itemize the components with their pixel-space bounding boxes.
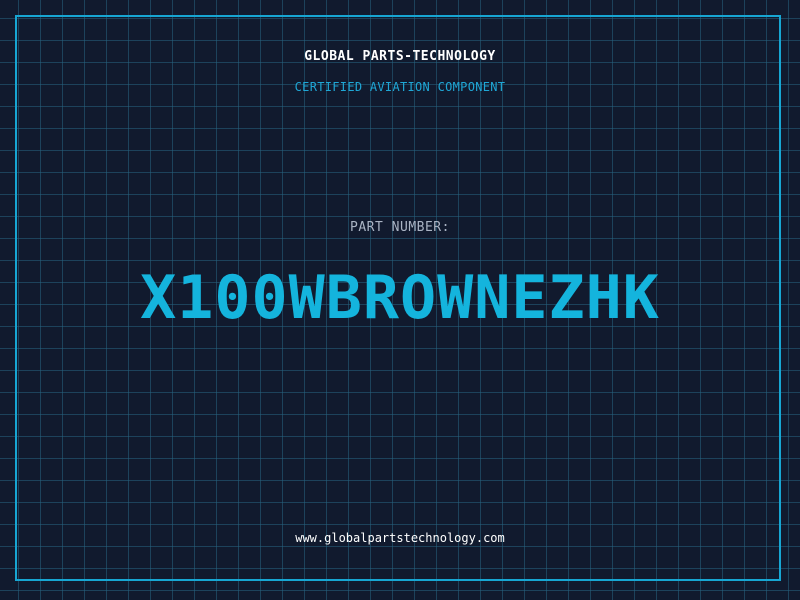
website-url: www.globalpartstechnology.com bbox=[295, 531, 505, 545]
company-name: GLOBAL PARTS-TECHNOLOGY bbox=[304, 49, 496, 64]
certification-subtitle: CERTIFIED AVIATION COMPONENT bbox=[294, 80, 506, 94]
part-number-value: X100WBROWNEZHK bbox=[140, 263, 660, 333]
part-number-label: PART NUMBER: bbox=[350, 220, 450, 235]
